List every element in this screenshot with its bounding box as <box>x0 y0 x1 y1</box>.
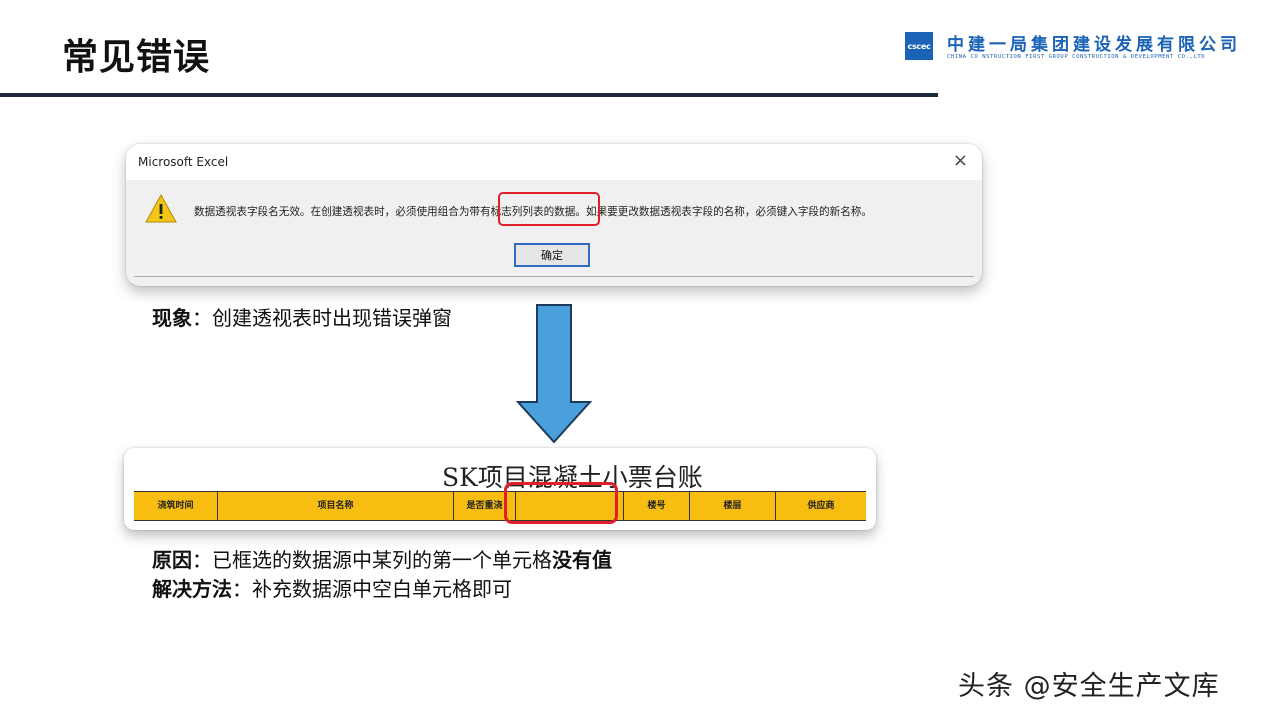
solution-text: ：补充数据源中空白单元格即可 <box>232 577 512 601</box>
header-cell-supplier: 供应商 <box>807 500 835 511</box>
phenomenon-label: 现象 <box>152 306 192 330</box>
ledger-table-snippet: SK项目混凝土小票台账 浇筑时间 项目名称 是否重浇 楼号 楼层 供应商 <box>124 448 876 530</box>
watermark: 头条 @安全生产文库 <box>958 671 1220 702</box>
dialog-highlight-box <box>498 192 600 226</box>
dialog-titlebar: Microsoft Excel × <box>126 144 982 180</box>
company-name-cn: 中建一局集团建设发展有限公司 <box>947 35 1241 55</box>
excel-error-dialog: Microsoft Excel × 数据透视表字段名无效。在创建透视表时，必须使… <box>126 144 982 286</box>
solution-label: 解决方法 <box>152 577 232 601</box>
company-logo: cscec 中建一局集团建设发展有限公司 CHINA CO NSTRUCTION… <box>905 30 1260 64</box>
cause-caption: 原因：已框选的数据源中某列的第一个单元格没有值 <box>152 544 612 573</box>
header-cell-project-name: 项目名称 <box>218 492 454 520</box>
dialog-title: Microsoft Excel <box>138 155 229 169</box>
table-header-row: 浇筑时间 项目名称 是否重浇 楼号 楼层 供应商 <box>134 491 866 521</box>
phenomenon-text: ：创建透视表时出现错误弹窗 <box>192 306 452 330</box>
ok-button[interactable]: 确定 <box>514 243 590 267</box>
header-cell-building: 楼号 <box>624 492 690 520</box>
down-arrow-icon <box>515 304 593 444</box>
dialog-divider <box>134 276 974 277</box>
header-cell-pour-time: 浇筑时间 <box>134 492 218 520</box>
cause-text: ：已框选的数据源中某列的第一个单元格 <box>192 548 552 572</box>
empty-cell-highlight-box <box>504 482 618 524</box>
logo-mark-icon: cscec <box>905 32 933 60</box>
header-cell-floor: 楼层 <box>690 492 776 520</box>
slide-title: 常见错误 <box>62 37 211 78</box>
phenomenon-caption: 现象：创建透视表时出现错误弹窗 <box>152 302 452 331</box>
title-divider <box>0 93 938 97</box>
warning-icon <box>145 193 177 223</box>
cause-label: 原因 <box>152 548 192 572</box>
cause-emphasis: 没有值 <box>552 548 612 572</box>
company-name-en: CHINA CO NSTRUCTION FIRST GROUP CONSTRUC… <box>947 54 1206 60</box>
close-icon[interactable]: × <box>953 150 968 171</box>
solution-caption: 解决方法：补充数据源中空白单元格即可 <box>152 573 512 602</box>
